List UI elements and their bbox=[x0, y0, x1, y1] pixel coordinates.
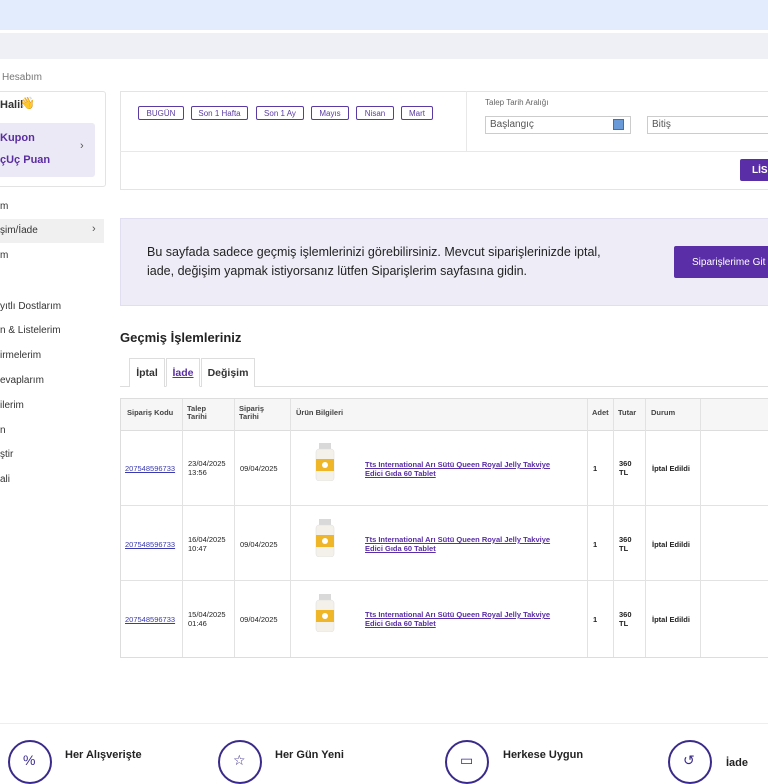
end-date-input[interactable]: Bitiş bbox=[647, 116, 768, 134]
product-image[interactable] bbox=[314, 443, 336, 481]
column-divider bbox=[645, 399, 646, 657]
product-link[interactable]: Tts International Arı Sütü Queen Royal J… bbox=[365, 610, 570, 628]
divider bbox=[120, 151, 768, 152]
total-currency: TL bbox=[619, 468, 629, 477]
header-total: Tutar bbox=[618, 408, 637, 417]
footer-feature-label: İade bbox=[726, 757, 749, 769]
calendar-icon[interactable] bbox=[613, 119, 624, 130]
sidebar-item[interactable]: m bbox=[0, 201, 8, 212]
column-divider bbox=[700, 399, 701, 657]
sidebar-item[interactable]: ştir bbox=[0, 449, 13, 460]
sidebar-item[interactable]: ilerim bbox=[0, 400, 24, 411]
product-link[interactable]: Tts International Arı Sütü Queen Royal J… bbox=[365, 460, 570, 478]
sidebar-item[interactable]: n bbox=[0, 425, 6, 436]
total-amount: 360 bbox=[619, 535, 632, 544]
sidebar-item-lists[interactable]: n & Listelerim bbox=[0, 325, 61, 336]
request-date: 16/04/2025 bbox=[188, 535, 226, 544]
filter-april-button[interactable]: Nisan bbox=[356, 106, 394, 120]
breadcrumb[interactable]: Hesabım bbox=[2, 72, 42, 83]
filter-today-button[interactable]: BUGÜN bbox=[138, 106, 184, 120]
product-image[interactable] bbox=[314, 594, 336, 632]
quantity: 1 bbox=[593, 464, 598, 473]
request-time: 01:46 bbox=[188, 619, 207, 628]
filter-month-button[interactable]: Son 1 Ay bbox=[256, 106, 304, 120]
product-image[interactable] bbox=[314, 519, 336, 557]
header-product: Ürün Bilgileri bbox=[296, 408, 344, 417]
header-order-code: Sipariş Kodu bbox=[127, 408, 174, 417]
tab-return[interactable]: İade bbox=[166, 358, 200, 387]
footer-feature-label: Herkese Uygun bbox=[503, 749, 584, 761]
order-date: 09/04/2025 bbox=[240, 540, 278, 549]
order-date: 09/04/2025 bbox=[240, 615, 278, 624]
sidebar-item[interactable]: m bbox=[0, 250, 8, 261]
percent-glyph: % bbox=[23, 752, 36, 768]
order-code-link[interactable]: 207548596733 bbox=[125, 540, 175, 549]
waving-hand-icon: 👋 bbox=[20, 96, 35, 110]
footer-divider bbox=[0, 723, 768, 724]
filter-may-button[interactable]: Mayıs bbox=[311, 106, 349, 120]
tab-cancel[interactable]: İptal bbox=[129, 358, 165, 387]
header-order-date: Sipariş Tarihi bbox=[239, 404, 265, 421]
request-date: 23/04/2025 bbox=[188, 459, 226, 468]
filter-week-button[interactable]: Son 1 Hafta bbox=[191, 106, 248, 120]
header-status: Durum bbox=[651, 408, 676, 417]
status: İptal Edildi bbox=[652, 464, 690, 473]
start-date-input[interactable]: Başlangıç bbox=[485, 116, 631, 134]
sidebar-item-saved-friends[interactable]: yıtlı Dostlarım bbox=[0, 301, 61, 312]
list-button[interactable]: LİS bbox=[740, 159, 768, 181]
request-date: 15/04/2025 bbox=[188, 610, 226, 619]
column-divider bbox=[182, 399, 183, 657]
filter-march-button[interactable]: Mart bbox=[401, 106, 433, 120]
order-date: 09/04/2025 bbox=[240, 464, 278, 473]
divider bbox=[466, 91, 467, 151]
status: İptal Edildi bbox=[652, 615, 690, 624]
nav-bar bbox=[0, 33, 768, 59]
status: İptal Edildi bbox=[652, 540, 690, 549]
header-request-date: Talep Tarihi bbox=[187, 404, 207, 421]
footer-feature-label: Her Alışverişte bbox=[65, 749, 142, 761]
sidebar-item-returns[interactable]: şim/İade bbox=[0, 225, 38, 236]
column-divider bbox=[587, 399, 588, 657]
chevron-right-icon: › bbox=[92, 223, 96, 235]
return-glyph: ↺ bbox=[683, 752, 695, 768]
order-code-link[interactable]: 207548596733 bbox=[125, 464, 175, 473]
product-link[interactable]: Tts International Arı Sütü Queen Royal J… bbox=[365, 535, 570, 553]
total-amount: 360 bbox=[619, 459, 632, 468]
card-glyph: ▭ bbox=[460, 752, 474, 768]
date-range-label: Talep Tarih Aralığı bbox=[485, 98, 549, 107]
sidebar-item[interactable]: ali bbox=[0, 474, 10, 485]
header-qty: Adet bbox=[592, 408, 609, 417]
top-bar bbox=[0, 0, 768, 30]
tab-exchange[interactable]: Değişim bbox=[201, 358, 255, 387]
star-glyph: ☆ bbox=[233, 752, 246, 768]
quantity: 1 bbox=[593, 540, 598, 549]
order-code-link[interactable]: 207548596733 bbox=[125, 615, 175, 624]
request-time: 10:47 bbox=[188, 544, 207, 553]
row-divider bbox=[121, 505, 768, 506]
sidebar-item-answers[interactable]: evaplarım bbox=[0, 375, 44, 386]
page-title: Geçmiş İşlemleriniz bbox=[120, 330, 242, 345]
total-currency: TL bbox=[619, 619, 629, 628]
go-to-orders-button[interactable]: Siparişlerime Git bbox=[674, 246, 768, 278]
sidebar-item-reviews[interactable]: irmelerim bbox=[0, 350, 41, 361]
column-divider bbox=[234, 399, 235, 657]
column-divider bbox=[613, 399, 614, 657]
quantity: 1 bbox=[593, 615, 598, 624]
request-time: 13:56 bbox=[188, 468, 207, 477]
total-amount: 360 bbox=[619, 610, 632, 619]
coupon-label: Kupon bbox=[0, 132, 35, 144]
points-label: çUç Puan bbox=[0, 154, 51, 166]
footer-feature-label: Her Gün Yeni bbox=[275, 749, 344, 761]
chevron-right-icon: › bbox=[80, 140, 84, 152]
total-currency: TL bbox=[619, 544, 629, 553]
column-divider bbox=[290, 399, 291, 657]
row-divider bbox=[121, 580, 768, 581]
info-banner-text: Bu sayfada sadece geçmiş işlemlerinizi g… bbox=[147, 245, 601, 278]
